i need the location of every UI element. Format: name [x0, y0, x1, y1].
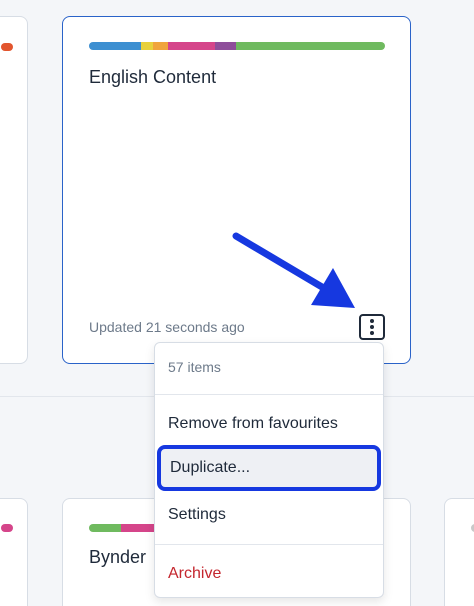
card-updated-text: Updated 21 seconds ago	[89, 319, 245, 335]
card-color-bar	[89, 42, 385, 50]
settings-menu-item[interactable]: Settings	[155, 506, 383, 524]
board-view: English Content Updated 21 seconds ago B…	[0, 0, 474, 606]
archive-menu-item[interactable]: Archive	[155, 565, 383, 583]
collection-card-partial[interactable]	[0, 498, 28, 606]
more-vertical-icon	[370, 319, 374, 323]
more-options-button[interactable]	[359, 314, 385, 340]
collection-card-partial[interactable]	[0, 16, 28, 364]
menu-divider	[155, 544, 383, 545]
menu-divider	[155, 394, 383, 395]
card-color-bar	[1, 43, 13, 51]
card-color-bar	[1, 524, 13, 532]
collection-card-english-content[interactable]: English Content Updated 21 seconds ago	[62, 16, 411, 364]
card-color-bar	[89, 524, 159, 532]
collection-card-partial[interactable]	[444, 498, 474, 606]
card-title: Bynder	[89, 547, 147, 567]
duplicate-menu-item[interactable]: Duplicate...	[157, 445, 381, 491]
card-context-menu: 57 items Remove from favourites Duplicat…	[154, 342, 384, 598]
card-title: English Content	[89, 67, 217, 87]
item-count-text: 57 items	[168, 359, 221, 375]
remove-from-favourites-menu-item[interactable]: Remove from favourites	[155, 415, 383, 433]
